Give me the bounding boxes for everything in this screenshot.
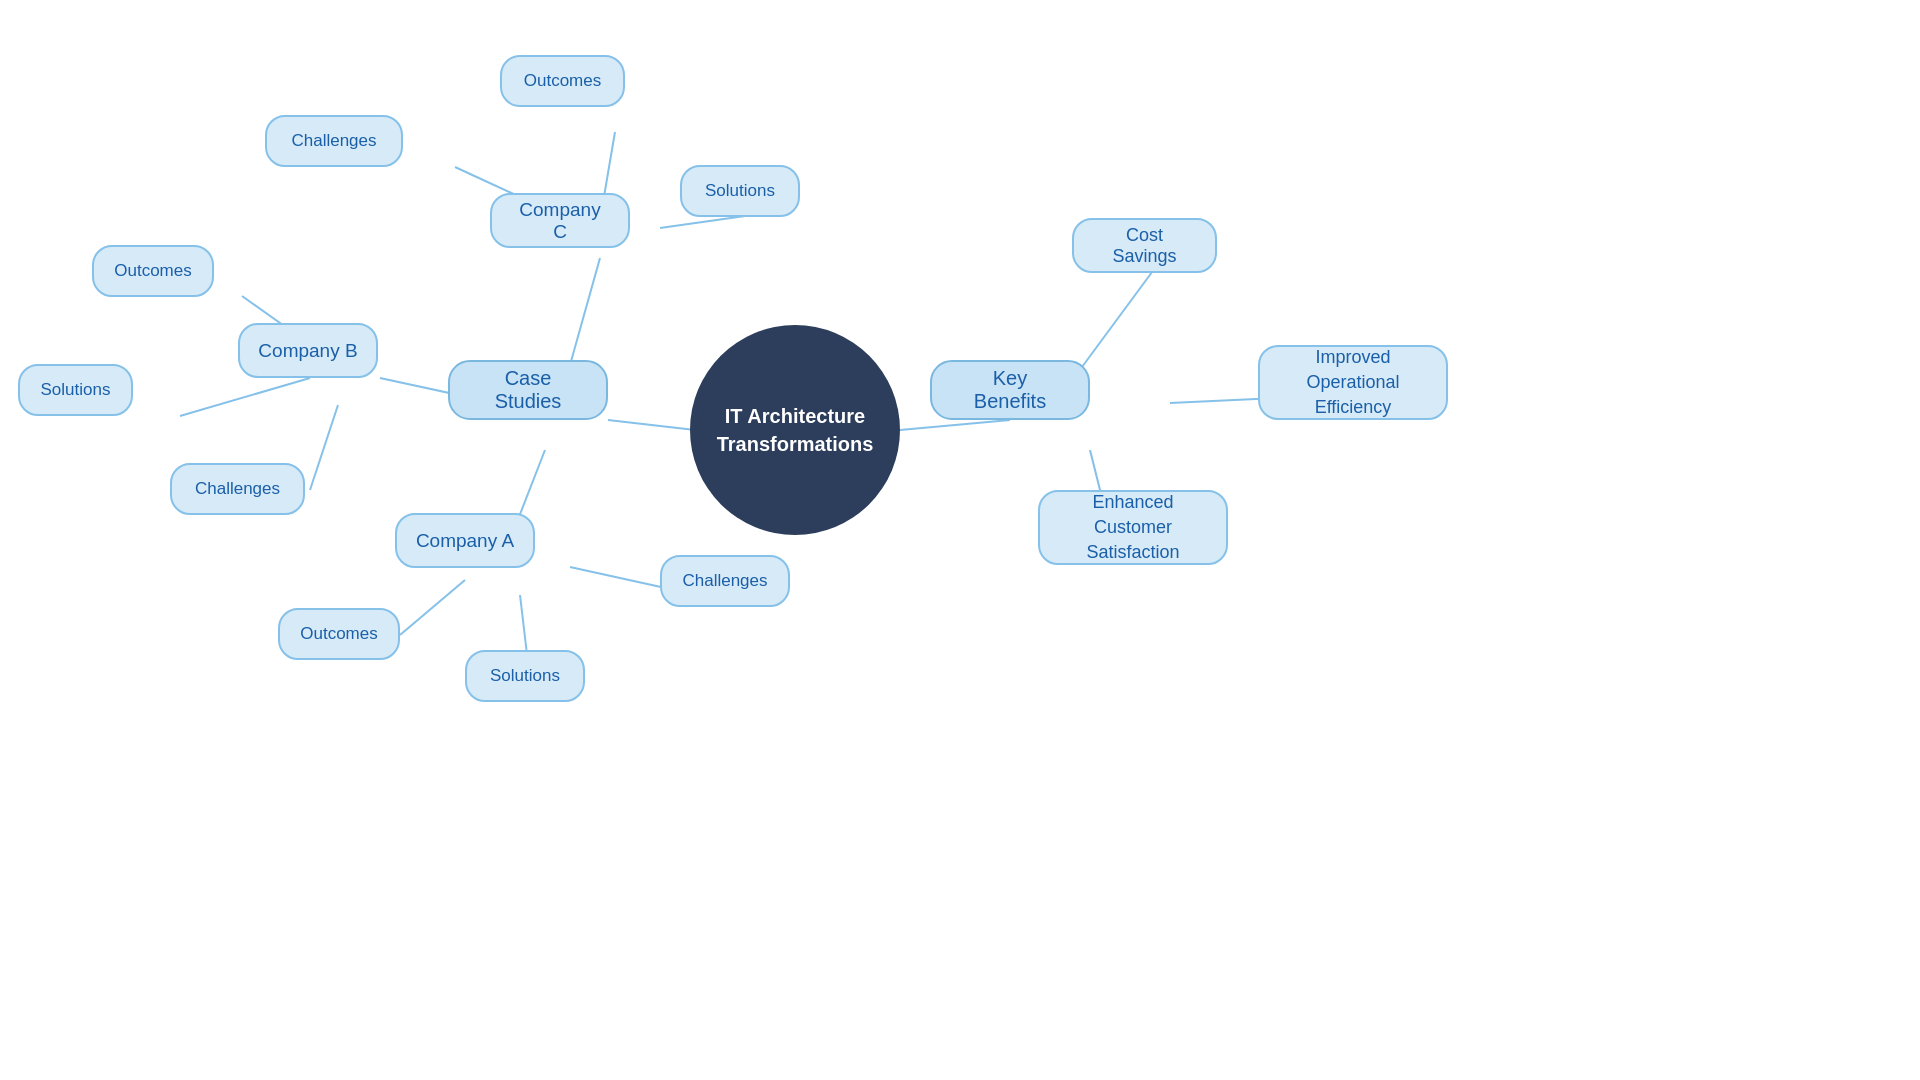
svg-line-10 — [310, 405, 338, 490]
svg-line-5 — [600, 132, 615, 220]
svg-line-15 — [1170, 398, 1280, 403]
svg-line-0 — [608, 420, 695, 430]
svg-line-16 — [1090, 450, 1105, 510]
svg-line-2 — [563, 258, 600, 390]
svg-line-11 — [570, 567, 720, 600]
svg-line-1 — [900, 420, 1010, 430]
svg-line-6 — [455, 167, 570, 220]
svg-line-13 — [400, 580, 465, 635]
svg-line-7 — [660, 216, 745, 228]
svg-line-8 — [242, 296, 318, 350]
svg-line-4 — [510, 450, 545, 540]
svg-line-14 — [1065, 268, 1155, 390]
svg-line-3 — [380, 378, 528, 410]
svg-line-12 — [520, 595, 530, 680]
svg-line-9 — [180, 378, 310, 416]
